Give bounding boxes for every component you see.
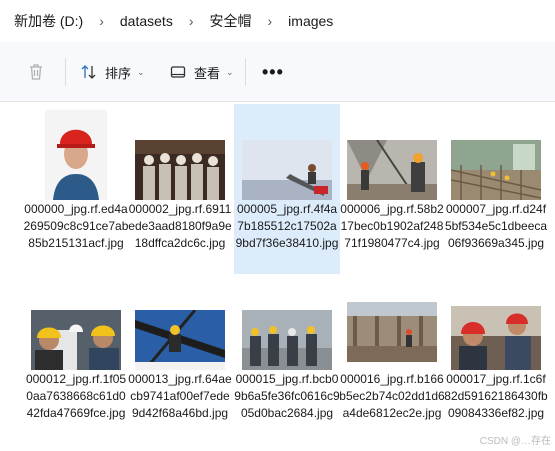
view-button[interactable]: 查看 ⌄ <box>170 57 234 87</box>
chevron-right-icon: › <box>99 13 104 29</box>
image-thumbnail <box>451 140 541 200</box>
breadcrumb-images[interactable]: images <box>288 13 333 29</box>
image-thumbnail <box>347 140 437 200</box>
more-options-button[interactable]: ••• <box>262 57 284 87</box>
file-name: 000016_jpg.rf.b166b5ec2b74c02dd1d6a4de68… <box>339 372 445 420</box>
file-tile[interactable]: 000006_jpg.rf.58b217bec0b1902af24871f198… <box>339 104 445 274</box>
view-icon <box>170 66 186 78</box>
chevron-down-icon: ⌄ <box>137 66 145 77</box>
chevron-right-icon: › <box>188 13 194 29</box>
sort-button[interactable]: 排序 ⌄ <box>80 57 145 87</box>
file-name: 000000_jpg.rf.ed4a269509c8c91ce7ab85b215… <box>23 202 129 250</box>
file-tile[interactable]: 000013_jpg.rf.64aecb9741af00ef7ede9d42f6… <box>127 274 233 444</box>
breadcrumb-datasets[interactable]: datasets <box>120 13 173 29</box>
file-grid: 000000_jpg.rf.ed4a269509c8c91ce7ab85b215… <box>0 102 555 451</box>
image-thumbnail <box>31 310 121 370</box>
chevron-right-icon: › <box>267 13 273 29</box>
sort-label: 排序 <box>105 65 132 81</box>
file-tile[interactable]: 000000_jpg.rf.ed4a269509c8c91ce7ab85b215… <box>23 104 129 274</box>
breadcrumb-helmet[interactable]: 安全帽 <box>210 11 252 31</box>
file-tile[interactable]: 000017_jpg.rf.1c6f82d59162186430fb090843… <box>443 274 549 444</box>
view-label: 查看 <box>194 65 221 81</box>
file-tile-selected[interactable]: 000005_jpg.rf.4f4a7b185512c17502a9bd7f36… <box>234 104 340 274</box>
file-tile[interactable]: 000012_jpg.rf.1f050aa7638668c61d042fda47… <box>23 274 129 444</box>
watermark: CSDN @…存在 <box>479 436 551 447</box>
file-name: 000006_jpg.rf.58b217bec0b1902af24871f198… <box>340 202 444 250</box>
trash-icon <box>30 64 42 80</box>
image-thumbnail <box>135 140 225 200</box>
file-tile[interactable]: 000002_jpg.rf.6911ede3aad8180f9a9e18dffc… <box>127 104 233 274</box>
image-thumbnail <box>242 310 332 370</box>
file-name: 000005_jpg.rf.4f4a7b185512c17502a9bd7f36… <box>235 202 339 250</box>
toolbar: 排序 ⌄ 查看 ⌄ ••• <box>0 42 555 102</box>
file-name: 000013_jpg.rf.64aecb9741af00ef7ede9d42f6… <box>128 372 232 420</box>
file-tile[interactable]: 000007_jpg.rf.d24f5bf534e5c1dbeeca06f936… <box>443 104 549 274</box>
image-thumbnail <box>451 306 541 370</box>
file-name: 000002_jpg.rf.6911ede3aad8180f9a9e18dffc… <box>128 202 232 250</box>
toolbar-divider <box>245 58 246 86</box>
image-thumbnail <box>45 110 107 200</box>
image-thumbnail <box>347 302 437 362</box>
file-tile[interactable]: 000016_jpg.rf.b166b5ec2b74c02dd1d6a4de68… <box>339 274 445 444</box>
file-name: 000017_jpg.rf.1c6f82d59162186430fb090843… <box>444 372 548 420</box>
breadcrumb: 新加卷 (D:) › datasets › 安全帽 › images <box>0 0 555 42</box>
chevron-down-icon: ⌄ <box>226 66 234 77</box>
file-tile[interactable]: 000015_jpg.rf.bcb09b6a5fe36fc0616c905d0b… <box>234 274 340 444</box>
toolbar-divider <box>65 58 66 86</box>
file-name: 000012_jpg.rf.1f050aa7638668c61d042fda47… <box>25 372 127 420</box>
sort-icon <box>81 65 96 79</box>
image-thumbnail <box>242 140 332 200</box>
file-name: 000015_jpg.rf.bcb09b6a5fe36fc0616c905d0b… <box>234 372 340 420</box>
delete-button[interactable] <box>28 57 44 87</box>
breadcrumb-drive[interactable]: 新加卷 (D:) <box>14 11 83 31</box>
file-name: 000007_jpg.rf.d24f5bf534e5c1dbeeca06f936… <box>444 202 548 250</box>
image-thumbnail <box>135 310 225 370</box>
